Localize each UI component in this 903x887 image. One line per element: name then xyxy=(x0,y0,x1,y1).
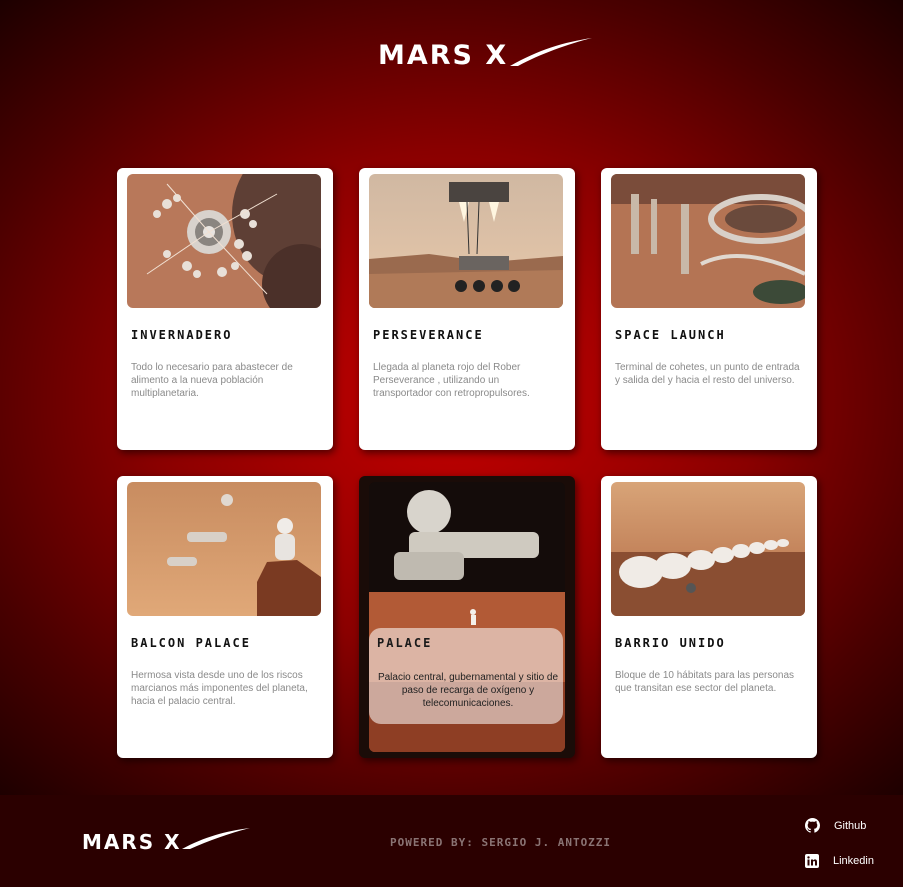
rover-image xyxy=(369,174,563,308)
powered-by-text: Powered by: Sergio J. Antozzi xyxy=(390,836,612,849)
balcony-view-image xyxy=(127,482,321,616)
card-description: Terminal de cohetes, un punto de entrada… xyxy=(615,362,800,386)
github-icon xyxy=(805,818,820,833)
launch-terminal-image xyxy=(611,174,805,308)
linkedin-label: Linkedin xyxy=(833,855,874,867)
card-perseverance[interactable]: Perseverance Llegada al planeta rojo del… xyxy=(359,168,575,450)
card-title: Barrio Unido xyxy=(615,636,726,650)
card-title: Palace xyxy=(377,636,433,650)
linkedin-link[interactable]: Linkedin xyxy=(805,854,874,868)
footer-mars-x-logo[interactable]: MARS X xyxy=(82,827,252,854)
greenhouse-image xyxy=(127,174,321,308)
card-title: Invernadero xyxy=(131,328,233,342)
mars-x-logo[interactable]: MARS X xyxy=(378,36,593,72)
card-description: Hermosa vista desde uno de los riscos ma… xyxy=(131,670,308,707)
card-title: Balcon Palace xyxy=(131,636,251,650)
brand-name: MARS X xyxy=(82,830,182,854)
brand-name: MARS X xyxy=(378,40,509,71)
habitats-image xyxy=(611,482,805,616)
card-description: Palacio central, gubernamental y sitio d… xyxy=(377,672,559,709)
card-palace[interactable]: Palace Palacio central, gubernamental y … xyxy=(359,476,575,758)
site-footer: MARS X Powered by: Sergio J. Antozzi Git… xyxy=(0,795,903,887)
github-label: Github xyxy=(834,819,867,832)
card-invernadero[interactable]: Invernadero Todo lo necesario para abast… xyxy=(117,168,333,450)
card-balcon-palace[interactable]: Balcon Palace Hermosa vista desde uno de… xyxy=(117,476,333,758)
linkedin-icon xyxy=(805,854,819,868)
github-link[interactable]: Github xyxy=(805,818,866,833)
card-barrio-unido[interactable]: Barrio Unido Bloque de 10 hábitats para … xyxy=(601,476,817,758)
card-space-launch[interactable]: Space Launch Terminal de cohetes, un pun… xyxy=(601,168,817,450)
card-title: Space Launch xyxy=(615,328,726,342)
card-description: Llegada al planeta rojo del Rober Persev… xyxy=(373,362,530,399)
card-description: Todo lo necesario para abastecer de alim… xyxy=(131,362,293,399)
card-title: Perseverance xyxy=(373,328,484,342)
card-description: Bloque de 10 hábitats para las personas … xyxy=(615,670,795,694)
